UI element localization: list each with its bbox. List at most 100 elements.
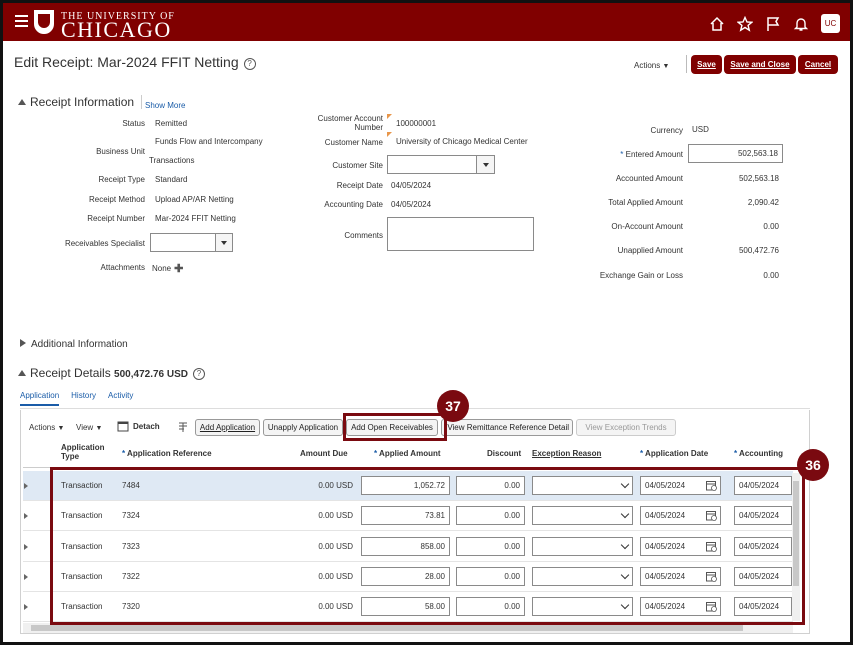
callout-box-36	[50, 467, 805, 625]
changed-field-indicator	[387, 132, 392, 137]
additional-information-header[interactable]: Additional Information	[20, 339, 128, 350]
view-menu-label: View	[76, 423, 94, 432]
menu-icon[interactable]	[15, 15, 28, 27]
tab-application[interactable]: Application	[20, 391, 60, 406]
toolbar-divider	[686, 55, 687, 73]
accounted-amount-label: Accounted Amount	[615, 174, 683, 183]
notifications-bell-icon[interactable]	[793, 16, 809, 32]
col-amount-due[interactable]: Amount Due	[300, 449, 348, 458]
callout-badge-37: 37	[437, 390, 469, 422]
receipt-method-label: Receipt Method	[88, 195, 145, 204]
customer-site-input[interactable]	[387, 155, 477, 174]
detach-icon	[117, 421, 129, 432]
help-icon[interactable]: ?	[243, 58, 256, 70]
view-menu[interactable]: View ▼	[76, 423, 102, 432]
receivables-specialist-label: Receivables Specialist	[64, 239, 145, 248]
table-actions-label: Actions	[29, 423, 56, 432]
col-label-line2: Type	[61, 452, 80, 461]
receipt-type-value: Standard	[155, 175, 188, 184]
col-application-type[interactable]: Application Type	[61, 443, 105, 461]
tab-history[interactable]: History	[71, 391, 96, 406]
currency-value: USD	[692, 125, 709, 134]
col-label: Application Date	[645, 449, 709, 458]
favorites-star-icon[interactable]	[737, 15, 753, 32]
chevron-down-icon	[482, 162, 489, 167]
freeze-columns-icon[interactable]	[177, 421, 189, 435]
customer-site-dropdown[interactable]	[476, 155, 495, 174]
col-accounting-date[interactable]: * Accounting	[734, 449, 790, 458]
chevron-down-icon: ▼	[662, 63, 670, 70]
receipt-details-header[interactable]: Receipt Details 500,472.76 USD?	[18, 366, 205, 380]
actions-menu-label: Actions	[634, 61, 661, 70]
table-actions-menu[interactable]: Actions ▼	[29, 423, 64, 432]
view-remittance-reference-detail-button[interactable]: View Remittance Reference Detail	[441, 419, 573, 436]
entered-amount-input[interactable]: 502,563.18	[688, 144, 783, 163]
col-application-reference[interactable]: * Application Reference	[122, 449, 212, 458]
status-label: Status	[122, 119, 145, 128]
receipt-information-header[interactable]: Receipt Information	[18, 95, 134, 109]
cust-acct-label-line2: Number	[354, 123, 383, 132]
section-title: Receipt Information	[30, 95, 135, 109]
attachments-value: None ✚	[152, 262, 183, 275]
comments-label: Comments	[344, 231, 383, 240]
logo-line2: CHICAGO	[61, 17, 172, 42]
business-unit-value-line1: Funds Flow and Intercompany	[155, 137, 263, 146]
callout-badge-36: 36	[797, 449, 829, 481]
col-applied-amount[interactable]: * Applied Amount	[374, 449, 441, 458]
receipt-type-label: Receipt Type	[98, 175, 145, 184]
col-discount[interactable]: Discount	[487, 449, 521, 458]
divider	[141, 95, 142, 109]
unapply-application-label: Unapply Application	[267, 423, 339, 432]
add-attachment-icon[interactable]: ✚	[174, 262, 183, 275]
add-application-button[interactable]: Add Application	[195, 419, 260, 436]
add-application-label: Add Application	[199, 423, 256, 432]
detach-button[interactable]: Detach	[117, 421, 160, 432]
user-avatar[interactable]: UC	[821, 14, 840, 33]
view-exception-trends-button: View Exception Trends	[576, 419, 676, 436]
unapplied-amount-value: 500,472.76	[738, 246, 779, 255]
expand-row-icon[interactable]	[24, 513, 28, 520]
unapply-application-button[interactable]: Unapply Application	[263, 419, 343, 436]
page-title: Edit Receipt: Mar-2024 FFIT Netting?	[14, 54, 256, 70]
view-remittance-label: View Remittance Reference Detail	[447, 423, 569, 432]
chevron-down-icon: ▼	[95, 425, 103, 432]
comments-textarea[interactable]	[387, 217, 534, 251]
cancel-button[interactable]: Cancel	[798, 55, 838, 74]
detach-label: Detach	[133, 422, 160, 431]
flag-icon[interactable]	[765, 16, 781, 32]
show-more-link[interactable]: Show More	[145, 101, 185, 110]
university-crest-logo	[34, 10, 54, 34]
chevron-down-icon	[221, 240, 227, 245]
collapse-triangle-icon	[18, 99, 26, 105]
horizontal-scroll-thumb[interactable]	[31, 625, 743, 631]
tab-activity[interactable]: Activity	[108, 391, 133, 406]
tab-divider	[20, 408, 810, 409]
receivables-specialist-dropdown[interactable]	[215, 233, 233, 252]
expand-row-icon[interactable]	[24, 483, 28, 489]
expand-row-icon[interactable]	[24, 543, 28, 550]
customer-account-number-value: 100000001	[396, 119, 437, 128]
save-button[interactable]: Save	[691, 55, 722, 74]
col-application-date[interactable]: * Application Date	[640, 449, 708, 458]
business-unit-label: Business Unit	[96, 147, 145, 156]
customer-name-value: University of Chicago Medical Center	[396, 137, 528, 146]
collapse-triangle-icon	[18, 370, 26, 376]
details-tabs: Application History Activity	[20, 391, 133, 406]
changed-field-indicator	[387, 114, 392, 119]
help-icon[interactable]: ?	[193, 368, 205, 380]
entered-amount-label-text: Entered Amount	[625, 150, 683, 159]
customer-account-number-label: Customer Account Number	[285, 114, 383, 132]
view-exception-label: View Exception Trends	[585, 423, 667, 432]
expand-row-icon[interactable]	[24, 604, 28, 611]
save-and-close-button[interactable]: Save and Close	[724, 55, 796, 74]
total-applied-amount-label: Total Applied Amount	[608, 198, 683, 207]
receipt-number-label: Receipt Number	[87, 214, 145, 223]
receipt-number-value: Mar-2024 FFIT Netting	[155, 214, 236, 223]
col-exception-reason[interactable]: Exception Reason	[532, 449, 601, 458]
receipt-method-value: Upload AP/AR Netting	[155, 195, 234, 204]
callout-box-37	[343, 413, 447, 441]
receivables-specialist-input[interactable]	[150, 233, 216, 252]
home-icon[interactable]	[709, 16, 725, 32]
expand-row-icon[interactable]	[24, 573, 28, 580]
actions-menu[interactable]: Actions ▼	[634, 61, 669, 70]
